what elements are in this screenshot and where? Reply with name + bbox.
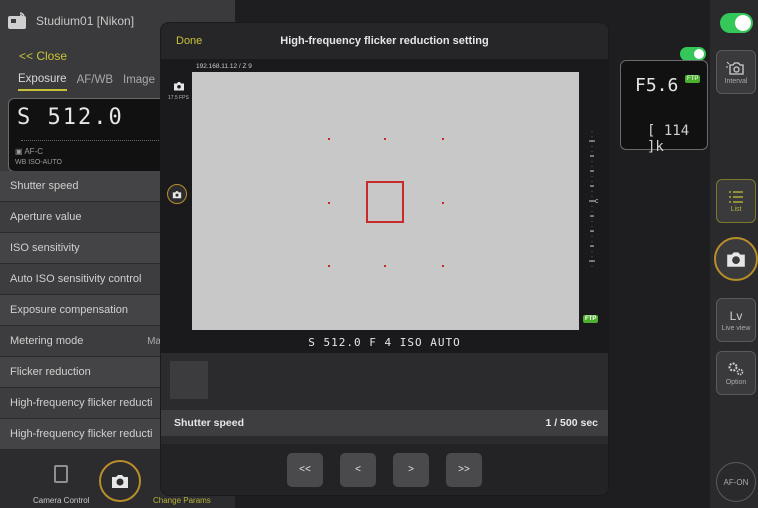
change-params-label[interactable]: Change Params: [153, 496, 211, 505]
shutter-speed-value: 1 / 500 sec: [545, 417, 598, 429]
last-button[interactable]: >>: [446, 452, 482, 487]
list-item-label: Flicker reduction: [10, 366, 91, 378]
previous-button[interactable]: <: [340, 452, 376, 487]
camera-ip-label: 192.168.11.12 / Z 9: [196, 63, 252, 70]
list-item-label: Metering mode: [10, 335, 84, 347]
list-item-label: Aperture value: [10, 211, 82, 223]
shutter-speed-row: Shutter speed 1 / 500 sec: [161, 410, 608, 436]
camera-control-icon[interactable]: [54, 465, 68, 483]
live-view-image[interactable]: [192, 72, 579, 330]
list-item-label: High-frequency flicker reducti: [10, 428, 153, 440]
ftp-badge: FTP: [583, 315, 599, 323]
lcd-shots-remaining: [ 114 ]k: [647, 123, 690, 155]
exposure-indicator: [589, 131, 598, 271]
gear-icon: [728, 362, 744, 375]
lcd-af-mode: AF-C: [24, 147, 44, 156]
shutter-release-button-right[interactable]: [714, 237, 758, 281]
camera-icon: [112, 475, 128, 488]
lcd-iso-label: ISO-AUTO: [28, 159, 62, 166]
af-focus-box[interactable]: [366, 181, 404, 223]
ftp-badge: FTP: [685, 75, 701, 83]
lcd-af-row: ▣ AF-C: [15, 147, 43, 156]
live-view-status: S 512.0 F 4 ISO AUTO: [308, 336, 461, 349]
list-label: List: [730, 205, 742, 213]
af-area-icon: ▣: [15, 147, 25, 156]
af-point: [442, 138, 444, 140]
af-point: [442, 265, 444, 267]
flicker-reduction-dialog: Done High-frequency flicker reduction se…: [161, 23, 608, 495]
af-point: [384, 265, 386, 267]
list-icon: [729, 190, 743, 203]
camera-control-label[interactable]: Camera Control: [33, 496, 89, 505]
live-view-label: Live view: [721, 324, 751, 332]
tab-af-wb[interactable]: AF/WB: [77, 70, 113, 90]
list-button[interactable]: List: [716, 179, 756, 223]
list-item-label: Shutter speed: [10, 180, 79, 192]
af-on-label: AF-ON: [723, 477, 749, 487]
af-point: [442, 202, 444, 204]
list-item-label: Exposure compensation: [10, 304, 129, 316]
camera-icon: [727, 252, 745, 267]
af-on-button[interactable]: AF-ON: [716, 462, 756, 502]
shutter-speed-label: Shutter speed: [174, 417, 245, 429]
dialog-title: High-frequency flicker reduction setting: [280, 35, 489, 47]
af-point: [328, 138, 330, 140]
interval-camera-icon: [726, 61, 744, 75]
thumbnail[interactable]: [170, 361, 208, 399]
connection-toggle[interactable]: [720, 13, 753, 33]
lcd-toggle[interactable]: [680, 47, 706, 61]
live-view-shutter-button[interactable]: [167, 184, 187, 204]
camera-wifi-icon: [8, 12, 26, 29]
af-point: [384, 138, 386, 140]
lcd-aperture: F5.6: [635, 75, 679, 96]
value-stepper-bar: << < > >>: [161, 444, 608, 495]
camera-icon: [172, 190, 182, 198]
next-button[interactable]: >: [393, 452, 429, 487]
shutter-release-button[interactable]: [99, 460, 141, 502]
first-button[interactable]: <<: [287, 452, 323, 487]
af-point: [328, 265, 330, 267]
fps-label: 17.5 FPS: [168, 95, 189, 101]
right-lcd-panel: F5.6 FTP [ 114 ]k: [620, 60, 708, 155]
live-view-icon: Lv: [729, 308, 743, 323]
close-link[interactable]: << Close: [19, 49, 67, 63]
tab-image[interactable]: Image: [123, 70, 155, 90]
list-item-label: High-frequency flicker reducti: [10, 397, 153, 409]
af-point: [328, 202, 330, 204]
list-item-label: Auto ISO sensitivity control: [10, 273, 142, 285]
live-view-area: 192.168.11.12 / Z 9 17.5 FPS FTP S 512.0…: [161, 59, 608, 353]
option-button[interactable]: Option: [716, 351, 756, 395]
camera-name: Studium01 [Nikon]: [36, 14, 135, 28]
camera-mode-icon: [174, 82, 184, 91]
live-view-button[interactable]: Lv Live view: [716, 298, 756, 342]
interval-label: Interval: [724, 77, 748, 85]
app-window: Studium01 [Nikon] << Close Exposure AF/W…: [0, 0, 758, 508]
option-label: Option: [725, 378, 747, 386]
lcd-iso-row: WB ISO-AUTO: [15, 159, 62, 166]
interval-button[interactable]: Interval: [716, 50, 756, 94]
list-item-label: ISO sensitivity: [10, 242, 80, 254]
lcd-wb-label: WB: [15, 159, 27, 166]
lcd-shutter-display: S 512.0: [17, 105, 124, 130]
dialog-header: Done High-frequency flicker reduction se…: [161, 23, 608, 59]
camera-header: Studium01 [Nikon]: [6, 10, 134, 32]
tab-exposure[interactable]: Exposure: [18, 69, 67, 91]
